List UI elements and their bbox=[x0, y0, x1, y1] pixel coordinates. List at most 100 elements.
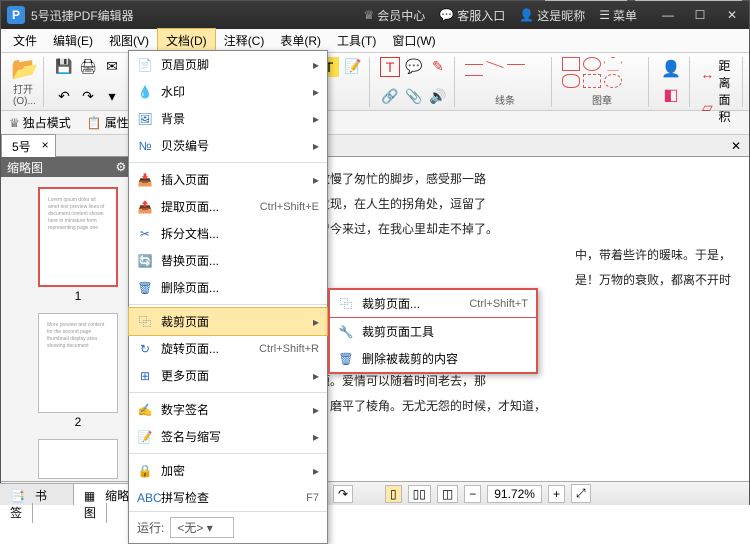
menu-form[interactable]: 表单(R) bbox=[272, 29, 329, 52]
member-center-link[interactable]: ♕ 会员中心 bbox=[364, 7, 426, 24]
open-label[interactable]: 打开(O)... bbox=[13, 81, 37, 107]
menu-item[interactable]: 📤提取页面...Ctrl+Shift+E bbox=[129, 193, 327, 220]
submenu-item-label: 裁剪页面... bbox=[362, 295, 461, 312]
minimize-button[interactable]: — bbox=[657, 8, 679, 22]
submenu-arrow-icon: ▸ bbox=[313, 58, 319, 72]
menu-item[interactable]: ✂拆分文档... bbox=[129, 220, 327, 247]
document-tab[interactable]: 5号× bbox=[1, 134, 56, 158]
sound-icon[interactable]: 🔊 bbox=[428, 87, 448, 107]
maximize-button[interactable]: ☐ bbox=[689, 8, 711, 22]
print-icon[interactable]: 🖨 bbox=[78, 57, 98, 77]
support-link[interactable]: 💬 客服入口 bbox=[439, 7, 505, 24]
textbox-icon[interactable]: T bbox=[380, 57, 400, 77]
single-page-button[interactable]: ▯ bbox=[385, 485, 402, 503]
line2-shape[interactable] bbox=[507, 64, 525, 65]
page-number-2: 2 bbox=[38, 415, 118, 429]
submenu-item[interactable]: ⿻裁剪页面...Ctrl+Shift+T bbox=[330, 290, 536, 318]
menu-item[interactable]: ABC拼写检查F7 bbox=[129, 484, 327, 511]
distance-icon[interactable]: ↔ bbox=[700, 64, 715, 84]
window-title: 5号迅捷PDF编辑器 bbox=[31, 7, 364, 24]
page-number-1: 1 bbox=[38, 289, 118, 303]
menu-annotate[interactable]: 注释(C) bbox=[216, 29, 273, 52]
ell2-shape[interactable] bbox=[604, 74, 622, 88]
menu-item[interactable]: 💧水印▸ bbox=[129, 78, 327, 105]
menu-item-label: 拆分文档... bbox=[161, 225, 319, 242]
area-label: 面积 bbox=[719, 91, 736, 125]
menu-item-icon: ⿻ bbox=[137, 313, 153, 330]
menu-item[interactable]: 🔄替换页面... bbox=[129, 247, 327, 274]
find-button[interactable]: 🔍查找(F) bbox=[545, 0, 627, 1]
facing-button[interactable]: ◫ bbox=[437, 485, 458, 503]
menu-item[interactable]: 🗑删除页面... bbox=[129, 274, 327, 301]
attach-icon[interactable]: 📎 bbox=[404, 87, 424, 107]
menu-item[interactable]: 🖼背景▸ bbox=[129, 105, 327, 132]
nickname-link[interactable]: 👤 这是昵称 bbox=[519, 7, 585, 24]
link-icon[interactable]: 🔗 bbox=[380, 87, 400, 107]
submenu-arrow-icon: ▸ bbox=[313, 403, 319, 417]
app-logo: P bbox=[7, 6, 25, 24]
run-select[interactable]: <无> ▾ bbox=[170, 517, 233, 538]
arrow-shape[interactable] bbox=[486, 60, 503, 67]
adv-find-button[interactable]: 🔍高级查找(S) bbox=[635, 0, 742, 1]
menu-item-icon: № bbox=[137, 139, 153, 153]
poly-shape[interactable] bbox=[604, 57, 622, 71]
submenu-arrow-icon: ▸ bbox=[313, 315, 319, 329]
menu-edit[interactable]: 编辑(E) bbox=[45, 29, 101, 52]
menu-window[interactable]: 窗口(W) bbox=[384, 29, 443, 52]
forward-button[interactable]: ↷ bbox=[333, 485, 353, 503]
zoom-level[interactable]: 91.72% bbox=[487, 485, 542, 503]
menu-item[interactable]: №贝茨编号▸ bbox=[129, 132, 327, 159]
menu-item[interactable]: 🔒加密▸ bbox=[129, 457, 327, 484]
continuous-button[interactable]: ▯▯ bbox=[408, 485, 431, 503]
fit-button[interactable]: ⤢ bbox=[571, 484, 591, 503]
line3-shape[interactable] bbox=[465, 75, 483, 76]
menu-item[interactable]: 📝签名与缩写▸ bbox=[129, 423, 327, 450]
menu-item-label: 签名与缩写 bbox=[161, 428, 305, 445]
document-menu-dropdown: 📄页眉页脚▸💧水印▸🖼背景▸№贝茨编号▸ 📥插入页面▸📤提取页面...Ctrl+S… bbox=[128, 50, 328, 544]
pen-icon[interactable]: ✎ bbox=[428, 57, 448, 77]
rect2-shape[interactable] bbox=[583, 74, 601, 88]
zoom-in-button[interactable]: + bbox=[548, 485, 565, 503]
tab-close-icon[interactable]: × bbox=[42, 138, 49, 152]
zoom-out-button[interactable]: − bbox=[464, 485, 481, 503]
more-icon[interactable]: ▾ bbox=[102, 87, 122, 107]
menu-view[interactable]: 视图(V) bbox=[101, 29, 157, 52]
save-icon[interactable]: 💾 bbox=[54, 57, 74, 77]
thumbnail-3[interactable] bbox=[38, 439, 118, 479]
close-button[interactable]: ✕ bbox=[721, 8, 743, 22]
line-shape[interactable] bbox=[465, 64, 483, 65]
ellipse-shape[interactable] bbox=[583, 57, 601, 71]
mail-icon[interactable]: ✉ bbox=[102, 57, 122, 77]
menu-item-icon: 📄 bbox=[137, 58, 153, 72]
submenu-item[interactable]: 🗑删除被裁剪的内容 bbox=[330, 345, 536, 372]
menu-tools[interactable]: 工具(T) bbox=[329, 29, 384, 52]
callout-icon[interactable]: 💬 bbox=[404, 57, 424, 77]
redo-icon[interactable]: ↷ bbox=[78, 87, 98, 107]
rect-shape[interactable] bbox=[562, 57, 580, 71]
cloud-shape[interactable] bbox=[562, 74, 580, 88]
eraser-icon[interactable]: ◧ bbox=[659, 83, 683, 107]
menu-item[interactable]: 📄页眉页脚▸ bbox=[129, 51, 327, 78]
stamp-icon[interactable]: 👤 bbox=[659, 57, 683, 81]
menu-item-icon: ✍ bbox=[137, 403, 153, 417]
thumbnail-1[interactable]: Lorem ipsum dolor sit amet text preview … bbox=[38, 187, 118, 287]
submenu-item[interactable]: 🔧裁剪页面工具 bbox=[330, 318, 536, 345]
menu-item[interactable]: ⊞更多页面▸ bbox=[129, 362, 327, 389]
undo-icon[interactable]: ↶ bbox=[54, 87, 74, 107]
menu-item[interactable]: ✍数字签名▸ bbox=[129, 396, 327, 423]
tabbar-close-icon[interactable]: ✕ bbox=[723, 139, 749, 153]
thumbnail-2[interactable]: More preview text content for the second… bbox=[38, 313, 118, 413]
area-icon[interactable]: ▱ bbox=[700, 98, 715, 118]
menu-item-icon: 💧 bbox=[137, 85, 153, 99]
open-icon[interactable]: 📂 bbox=[13, 57, 37, 81]
menu-item[interactable]: ⿻裁剪页面▸ bbox=[128, 307, 328, 336]
menu-link[interactable]: ☰ 菜单 bbox=[599, 7, 637, 24]
exclusive-mode[interactable]: ♕ 独占模式 bbox=[9, 114, 71, 131]
menu-file[interactable]: 文件 bbox=[5, 29, 45, 52]
bookmarks-tab[interactable]: 📑书签 bbox=[0, 484, 74, 505]
annotate-icon[interactable]: 📝 bbox=[343, 57, 363, 77]
menu-item-icon: 📥 bbox=[137, 173, 153, 187]
menu-item[interactable]: ↻旋转页面...Ctrl+Shift+R bbox=[129, 335, 327, 362]
menu-item[interactable]: 📥插入页面▸ bbox=[129, 166, 327, 193]
menu-shortcut: Ctrl+Shift+E bbox=[260, 201, 319, 213]
